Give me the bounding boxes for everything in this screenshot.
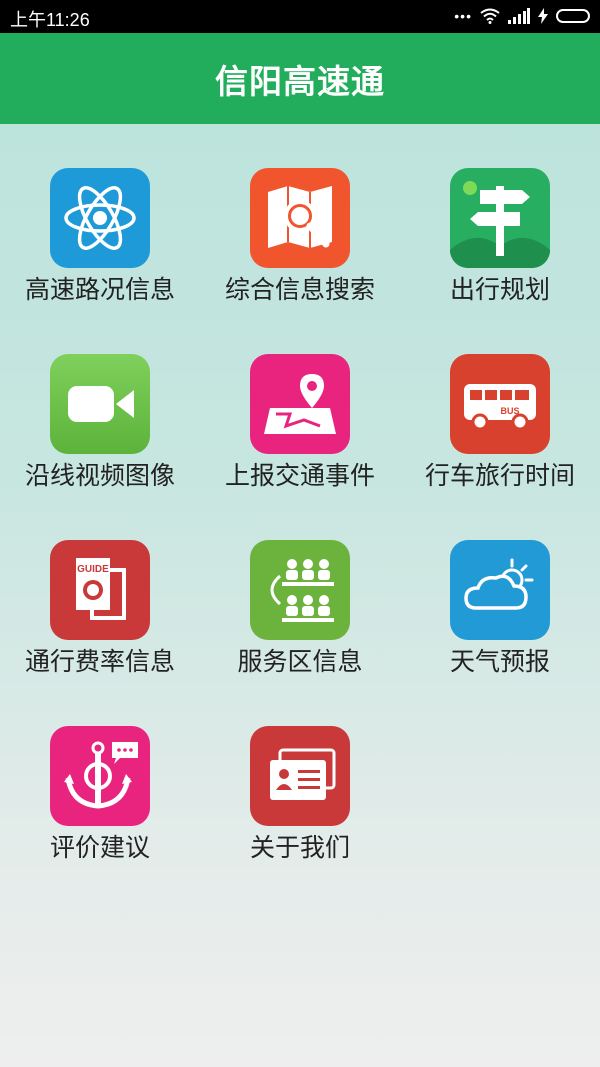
- app-header: 信阳高速通: [0, 33, 600, 124]
- map-pin-report-icon: [250, 354, 350, 454]
- menu-item-label: 通行费率信息: [24, 647, 175, 676]
- menu-item-highway-traffic[interactable]: 高速路况信息: [0, 124, 200, 310]
- guide-book-icon: GUIDE: [50, 540, 150, 640]
- signal-icon: [508, 8, 530, 24]
- menu-item-label: 上报交通事件: [224, 461, 375, 490]
- menu-item-label: 关于我们: [249, 833, 350, 862]
- menu-item-label: 出行规划: [449, 275, 550, 304]
- menu-item-label: 综合信息搜索: [224, 275, 375, 304]
- signpost-icon: [450, 168, 550, 268]
- menu-item-feedback[interactable]: 评价建议: [0, 682, 200, 868]
- more-dots-icon: •••: [454, 8, 472, 24]
- menu-item-trip-planning[interactable]: 出行规划: [400, 124, 600, 310]
- anchor-chat-icon: [50, 726, 150, 826]
- menu-item-travel-time[interactable]: BUS 行车旅行时间: [400, 310, 600, 496]
- menu-item-about-us[interactable]: 关于我们: [200, 682, 400, 868]
- page-title: 信阳高速通: [215, 61, 385, 101]
- menu-item-service-area[interactable]: 服务区信息: [200, 496, 400, 682]
- menu-item-label: 服务区信息: [237, 647, 363, 676]
- menu-item-label: 行车旅行时间: [424, 461, 575, 490]
- map-search-icon: [250, 168, 350, 268]
- service-area-people-icon: [250, 540, 350, 640]
- charging-icon: [538, 8, 548, 24]
- guide-text: GUIDE: [77, 564, 109, 575]
- wifi-icon: [480, 8, 500, 24]
- menu-item-label: 评价建议: [49, 833, 150, 862]
- id-card-icon: [250, 726, 350, 826]
- menu-item-info-search[interactable]: 综合信息搜索: [200, 124, 400, 310]
- atom-icon: [50, 168, 150, 268]
- status-bar: 上午11:26 •••: [0, 0, 600, 33]
- menu-item-toll-rates[interactable]: GUIDE 通行费率信息: [0, 496, 200, 682]
- bus-icon: BUS: [450, 354, 550, 454]
- status-time: 上午11:26: [10, 10, 90, 30]
- status-icons: •••: [454, 8, 590, 24]
- menu-item-label: 高速路况信息: [24, 275, 175, 304]
- video-camera-icon: [50, 354, 150, 454]
- menu-item-weather[interactable]: 天气预报: [400, 496, 600, 682]
- menu-item-report-incident[interactable]: 上报交通事件: [200, 310, 400, 496]
- weather-cloud-sun-icon: [450, 540, 550, 640]
- battery-icon: [556, 9, 590, 23]
- menu-item-label: 天气预报: [449, 647, 550, 676]
- menu-item-roadside-video[interactable]: 沿线视频图像: [0, 310, 200, 496]
- menu-item-label: 沿线视频图像: [24, 461, 175, 490]
